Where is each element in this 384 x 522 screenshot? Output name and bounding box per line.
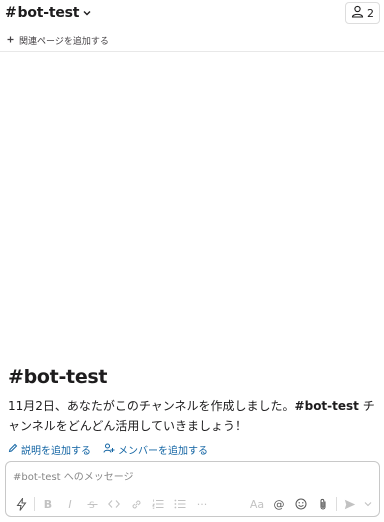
member-icon <box>351 5 364 21</box>
members-button[interactable]: 2 <box>345 2 380 24</box>
toolbar-divider <box>336 497 337 511</box>
intro-title-hash: # <box>8 366 24 388</box>
mention-button[interactable]: @ <box>268 493 290 515</box>
text-format-button[interactable]: Aa <box>246 493 268 515</box>
bulleted-list-icon[interactable] <box>169 493 191 515</box>
add-bookmark-label: 関連ページを追加する <box>19 37 109 47</box>
send-icon[interactable] <box>339 493 361 515</box>
add-description-link[interactable]: 説明を追加する <box>8 442 91 457</box>
ordered-list-icon[interactable] <box>147 493 169 515</box>
add-description-label: 説明を追加する <box>21 446 91 457</box>
channel-intro: #bot-test 11月2日、あなたがこのチャンネルを作成しました。#bot-… <box>8 364 380 457</box>
toolbar-divider <box>34 497 35 511</box>
member-count: 2 <box>367 6 374 20</box>
italic-button[interactable]: I <box>59 493 81 515</box>
channel-name-button[interactable]: # bot-test <box>5 5 91 21</box>
pencil-icon <box>8 443 18 456</box>
intro-channel-mention: #bot-test <box>294 399 359 413</box>
strikethrough-icon[interactable]: S <box>81 493 103 515</box>
link-icon[interactable] <box>125 493 147 515</box>
channel-hash: # <box>5 5 17 21</box>
channel-header: # bot-test 2 <box>0 0 384 26</box>
more-formatting-button[interactable]: ··· <box>191 493 213 515</box>
add-bookmark-button[interactable]: 関連ページを追加する <box>7 34 109 47</box>
svg-text:S: S <box>89 501 95 510</box>
intro-text-before: 11月2日、あなたがこのチャンネルを作成しました。 <box>8 399 295 413</box>
message-composer: B I S ··· Aa @ <box>5 461 380 517</box>
intro-description: 11月2日、あなたがこのチャンネルを作成しました。#bot-test チャンネル… <box>8 396 380 436</box>
chevron-down-icon <box>83 9 91 17</box>
channel-name-label: bot-test <box>17 5 80 21</box>
attachment-icon[interactable] <box>312 493 334 515</box>
intro-actions: 説明を追加する メンバーを追加する <box>8 442 380 457</box>
bold-button[interactable]: B <box>37 493 59 515</box>
code-icon[interactable] <box>103 493 125 515</box>
composer-toolbar: B I S ··· Aa @ <box>6 493 379 515</box>
bookmarks-bar: 関連ページを追加する <box>0 30 384 52</box>
intro-title-name: bot-test <box>23 366 108 388</box>
message-input[interactable] <box>13 467 368 487</box>
send-options-chevron-icon[interactable] <box>361 493 375 515</box>
emoji-icon[interactable] <box>290 493 312 515</box>
shortcuts-lightning-icon[interactable] <box>10 493 32 515</box>
add-members-label: メンバーを追加する <box>118 446 208 457</box>
intro-title: #bot-test <box>8 364 380 390</box>
add-members-link[interactable]: メンバーを追加する <box>103 442 208 457</box>
add-member-icon <box>103 443 115 456</box>
plus-icon <box>7 36 14 46</box>
